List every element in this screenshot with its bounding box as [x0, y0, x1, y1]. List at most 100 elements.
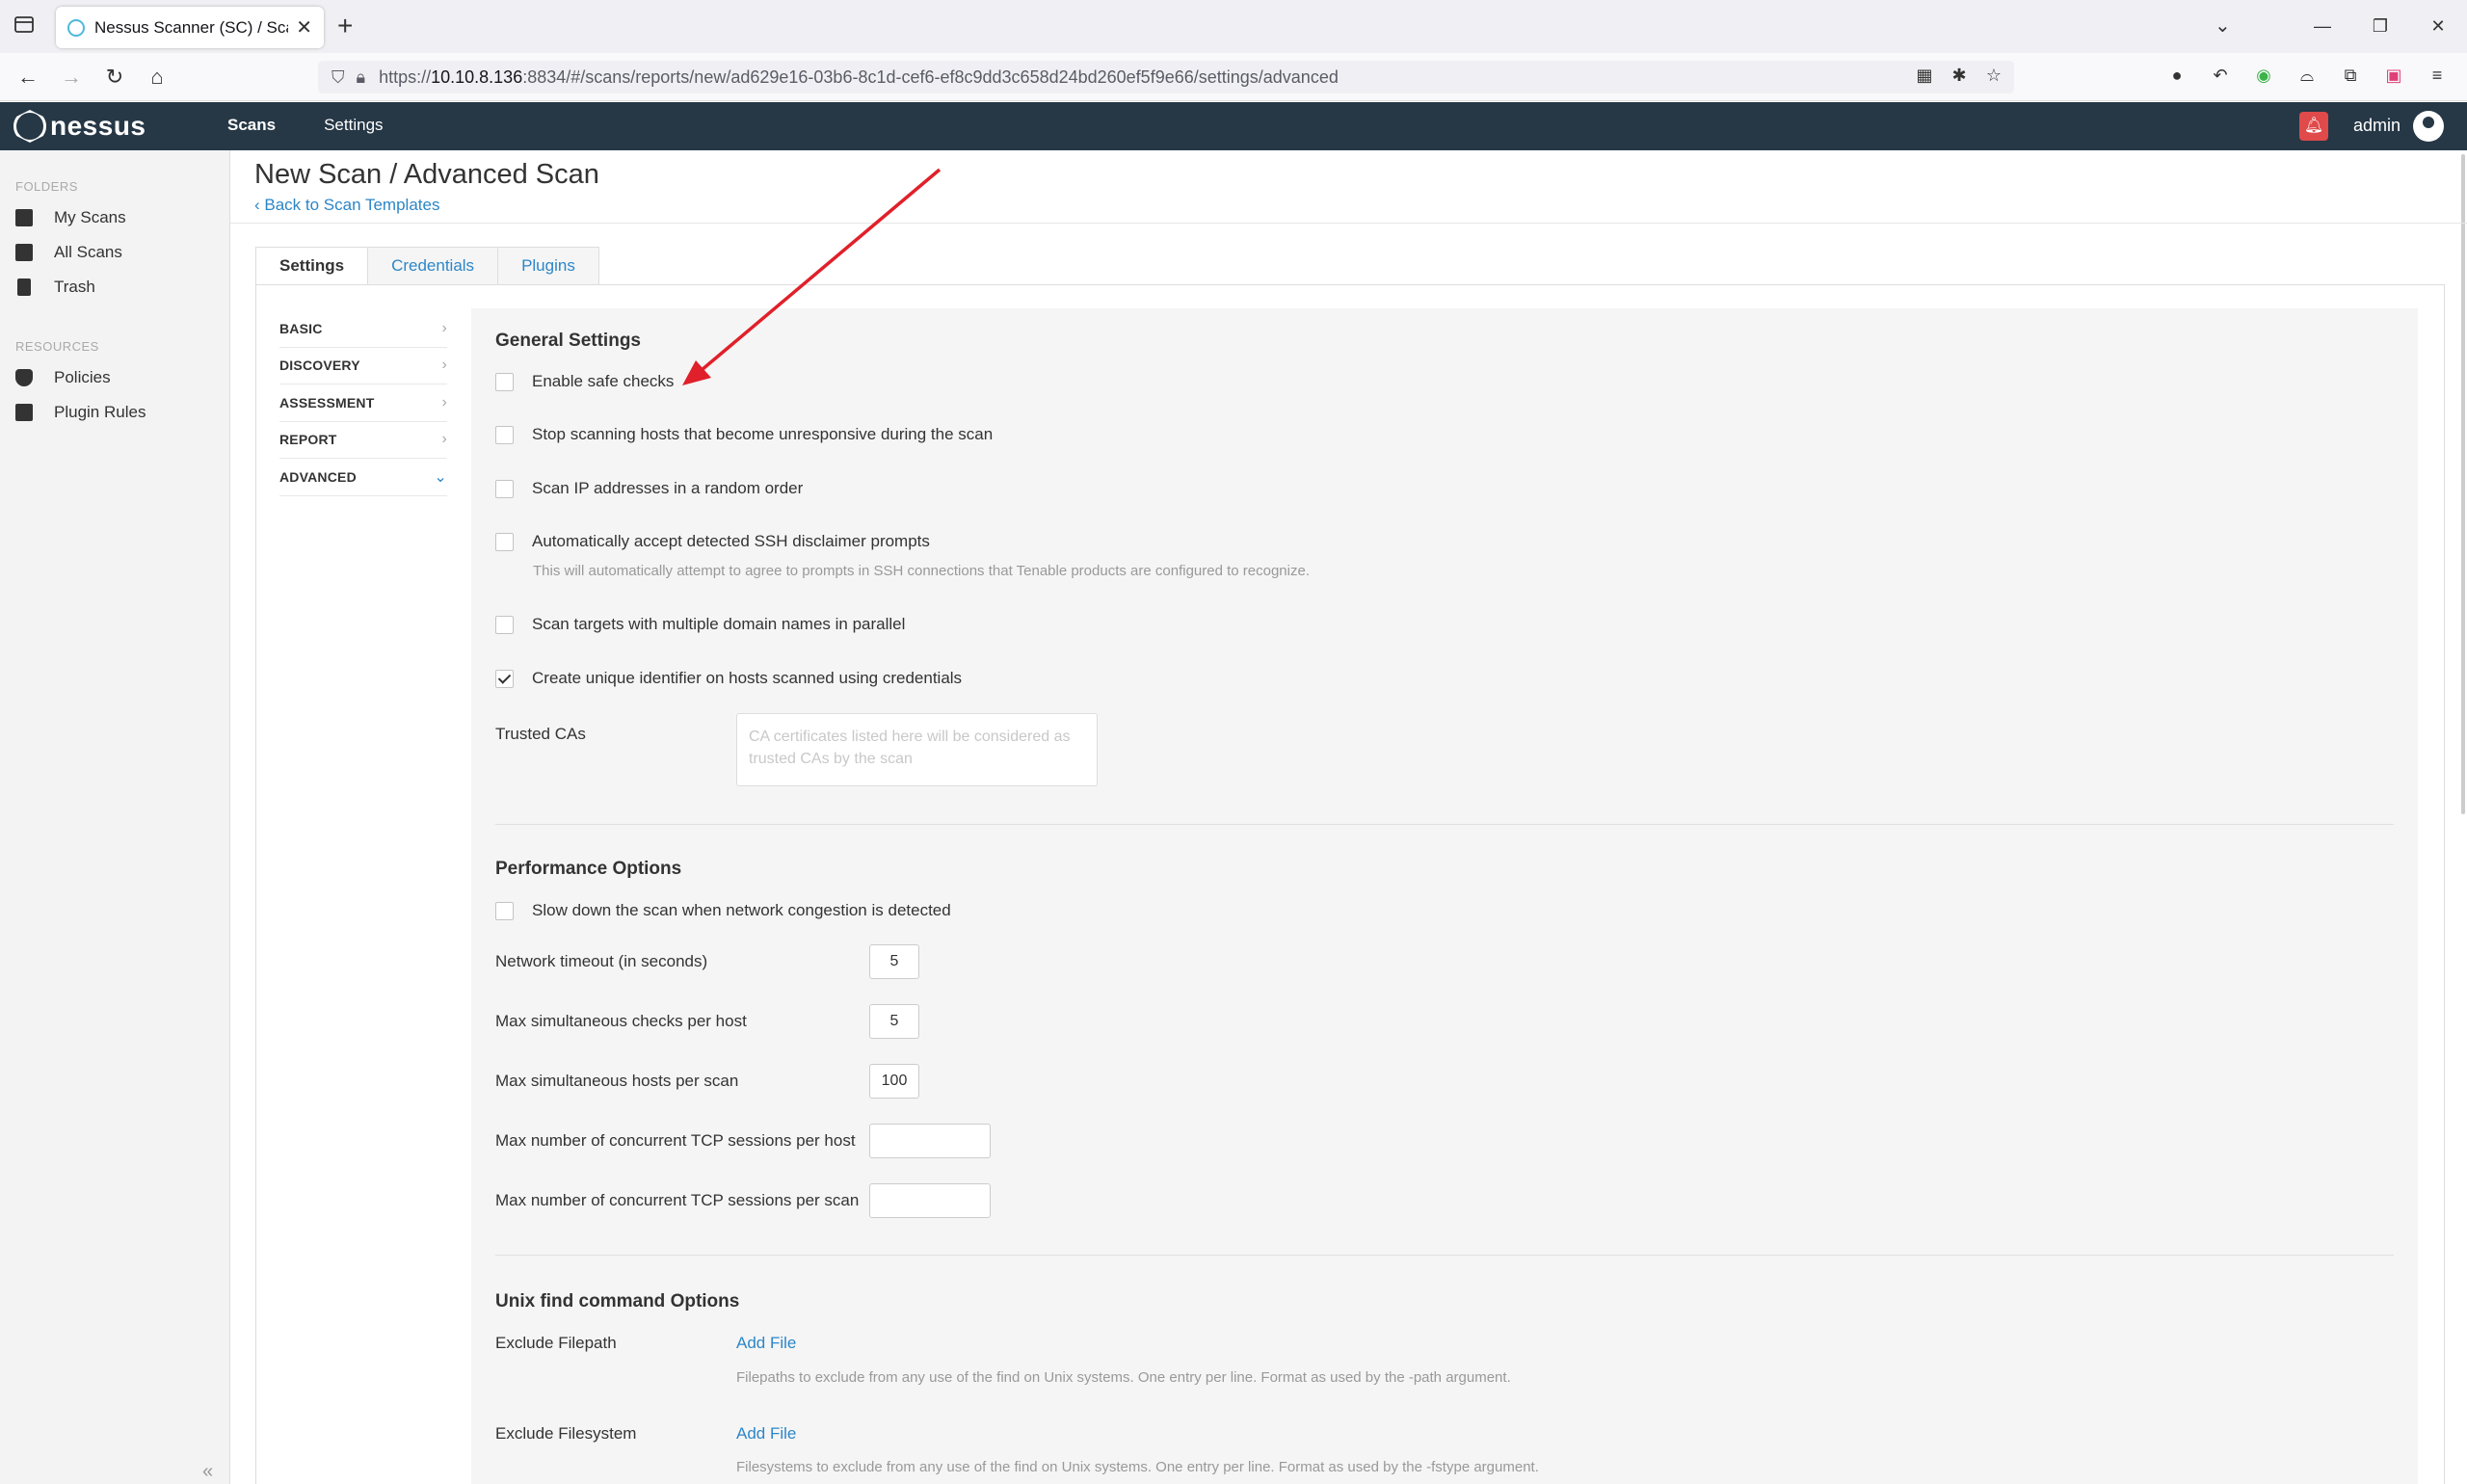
extension-green-icon[interactable]: ◉	[2253, 65, 2274, 86]
field-label-tcp-per-host: Max number of concurrent TCP sessions pe…	[495, 1131, 856, 1150]
option-label: Create unique identifier on hosts scanne…	[532, 669, 963, 687]
shield-icon[interactable]: ⛉	[332, 67, 345, 88]
home-icon[interactable]: ⌂	[145, 65, 170, 90]
checkbox[interactable]	[495, 479, 514, 498]
tcp-sessions-per-scan-input[interactable]	[869, 1183, 991, 1218]
checkbox[interactable]	[495, 615, 514, 634]
minimize-icon[interactable]: —	[2294, 16, 2351, 37]
chevron-right-icon: ›	[441, 393, 447, 411]
exclude-filesystem-hint: Filesystems to exclude from any use of t…	[736, 1459, 1539, 1475]
checkbox[interactable]	[495, 532, 514, 551]
extension-avatar-icon[interactable]: ●	[2166, 65, 2188, 86]
undo-icon[interactable]: ↶	[2210, 65, 2231, 86]
sidebar-item-label: Trash	[54, 278, 95, 296]
tab-close-icon[interactable]: ✕	[296, 15, 312, 40]
user-avatar-icon[interactable]	[2413, 111, 2444, 142]
browser-tab[interactable]: Nessus Scanner (SC) / Scans ✕	[56, 7, 324, 48]
menu-item-label: ADVANCED	[279, 468, 357, 485]
option-slow-down[interactable]: Slow down the scan when network congesti…	[495, 901, 951, 920]
checks-per-host-input[interactable]: 5	[869, 1004, 919, 1039]
sidebar-item-my-scans[interactable]: My Scans	[15, 208, 126, 227]
nessus-favicon-icon	[67, 18, 85, 37]
window-close-icon[interactable]: ✕	[2409, 16, 2467, 37]
qr-code-icon[interactable]: ▦	[1914, 65, 1935, 86]
notifications-bell-icon[interactable]: 🔔︎	[2299, 112, 2328, 141]
list-all-tabs-icon[interactable]: ⌄	[2215, 13, 2231, 38]
add-filesystem-button[interactable]: Add File	[736, 1424, 796, 1444]
nessus-logo[interactable]: nessus	[13, 110, 146, 143]
menu-item-assessment[interactable]: ASSESSMENT ›	[279, 384, 447, 422]
sidebar-item-all-scans[interactable]: All Scans	[15, 243, 122, 262]
page-scrollbar[interactable]	[2461, 154, 2465, 814]
field-label-tcp-per-scan: Max number of concurrent TCP sessions pe…	[495, 1191, 860, 1209]
trusted-cas-textarea[interactable]: CA certificates listed here will be cons…	[736, 713, 1098, 786]
collapse-sidebar-icon[interactable]: «	[202, 1461, 213, 1483]
logo-text: nessus	[50, 111, 146, 141]
back-to-templates-link[interactable]: ‹ Back to Scan Templates	[254, 196, 439, 215]
tcp-sessions-per-host-input[interactable]	[869, 1124, 991, 1158]
nav-scans[interactable]: Scans	[227, 116, 276, 135]
folders-heading: FOLDERS	[15, 179, 78, 194]
option-label: Automatically accept detected SSH discla…	[532, 532, 930, 550]
general-settings-title: General Settings	[495, 331, 641, 351]
url-path: :8834/#/scans/reports/new/ad629e16-03b6-…	[522, 66, 1339, 87]
exclude-filepath-hint: Filepaths to exclude from any use of the…	[736, 1369, 1511, 1386]
menu-item-label: BASIC	[279, 320, 323, 336]
menu-item-basic[interactable]: BASIC ›	[279, 310, 447, 348]
lock-icon[interactable]: 🔒︎	[357, 67, 366, 88]
option-label: Enable safe checks	[532, 372, 675, 390]
trash-icon	[17, 278, 31, 296]
trusted-cas-label: Trusted CAs	[495, 725, 586, 743]
app-menu-icon[interactable]: ≡	[2427, 65, 2448, 86]
menu-item-report[interactable]: REPORT ›	[279, 422, 447, 459]
sidebar-item-label: Plugin Rules	[54, 403, 146, 421]
tab-plugins[interactable]: Plugins	[497, 247, 599, 285]
add-filepath-button[interactable]: Add File	[736, 1334, 796, 1353]
extensions-puzzle-icon[interactable]: ⧉	[2340, 65, 2361, 86]
menu-item-label: DISCOVERY	[279, 358, 360, 374]
forward-icon[interactable]: →	[59, 65, 84, 90]
sidebar-item-policies[interactable]: Policies	[15, 368, 111, 387]
tab-settings[interactable]: Settings	[255, 247, 369, 285]
menu-item-advanced[interactable]: ADVANCED ⌄	[279, 459, 447, 496]
tab-credentials[interactable]: Credentials	[367, 247, 499, 285]
browser-tab-title: Nessus Scanner (SC) / Scans	[94, 17, 288, 37]
checkbox[interactable]	[495, 372, 514, 391]
network-timeout-input[interactable]: 5	[869, 944, 919, 979]
sidebar-item-trash[interactable]: Trash	[15, 278, 95, 297]
nav-settings[interactable]: Settings	[324, 116, 383, 135]
policy-shield-icon	[15, 369, 33, 386]
checkbox[interactable]	[495, 901, 514, 920]
checkbox-checked[interactable]	[495, 669, 514, 688]
option-label: Slow down the scan when network congesti…	[532, 901, 951, 919]
plugin-rules-icon	[15, 404, 33, 421]
chevron-right-icon: ›	[441, 319, 447, 336]
chevron-right-icon: ›	[441, 357, 447, 374]
ssh-disclaimer-hint: This will automatically attempt to agree…	[533, 563, 1310, 579]
field-label-hosts-per-scan: Max simultaneous hosts per scan	[495, 1072, 739, 1090]
hat-icon[interactable]: ⌓	[2296, 65, 2318, 86]
sidebar-item-plugin-rules[interactable]: Plugin Rules	[15, 403, 146, 422]
checkbox[interactable]	[495, 425, 514, 444]
menu-item-label: ASSESSMENT	[279, 394, 375, 411]
back-icon[interactable]: ←	[15, 65, 40, 90]
option-parallel-domains[interactable]: Scan targets with multiple domain names …	[495, 615, 905, 634]
option-random-order[interactable]: Scan IP addresses in a random order	[495, 479, 803, 498]
reload-icon[interactable]: ↻	[102, 65, 127, 90]
option-enable-safe-checks[interactable]: Enable safe checks	[495, 372, 674, 391]
restore-icon[interactable]: ❐	[2351, 16, 2409, 37]
url-bar[interactable]: ⛉ 🔒︎ https://10.10.8.136:8834/#/scans/re…	[318, 61, 2014, 93]
section-divider	[495, 1255, 2394, 1256]
tab-list-icon[interactable]	[13, 13, 35, 35]
option-stop-unresponsive[interactable]: Stop scanning hosts that become unrespon…	[495, 425, 993, 444]
option-unique-identifier[interactable]: Create unique identifier on hosts scanne…	[495, 669, 962, 688]
option-ssh-disclaimer[interactable]: Automatically accept detected SSH discla…	[495, 532, 930, 551]
menu-item-discovery[interactable]: DISCOVERY ›	[279, 348, 447, 384]
user-name[interactable]: admin	[2353, 116, 2401, 136]
new-tab-icon[interactable]: +	[337, 12, 353, 40]
translate-icon[interactable]: ▣	[2383, 65, 2404, 86]
bug-icon[interactable]: ✱	[1949, 65, 1970, 86]
chevron-left-icon: ‹	[254, 196, 265, 214]
hosts-per-scan-input[interactable]: 100	[869, 1064, 919, 1099]
bookmark-star-icon[interactable]: ☆	[1983, 65, 2004, 86]
